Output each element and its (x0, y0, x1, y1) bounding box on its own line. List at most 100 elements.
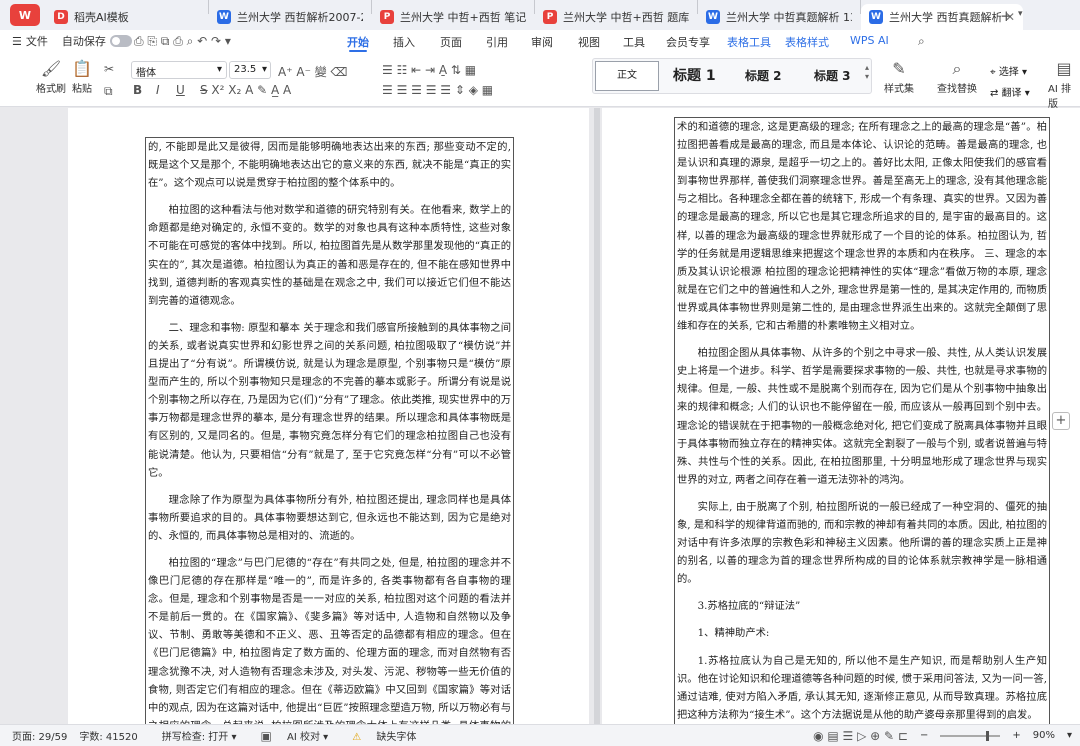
tab-1[interactable]: 插入 (393, 34, 415, 50)
style-gallery: 正文 标题 1 标题 2 标题 3 ▴ ▾ (592, 58, 872, 94)
docer-icon: D (54, 10, 68, 24)
spell-check[interactable]: 拼写检查: 打开 ▾ (150, 728, 237, 743)
copy-icon[interactable]: ⧉ (104, 84, 113, 99)
status-bar: 页面: 29/59 字数: 41520 拼写检查: 打开 ▾ ▣ AI 校对 ▾… (0, 724, 1080, 746)
ai-layout-button[interactable]: ▤ AI 排版 (1048, 58, 1080, 110)
paragraph: 术的和道德的理念, 这是更高级的理念; 在所有理念之上的最高的理念是“善”。柏拉… (677, 121, 1047, 333)
zoom-out-icon[interactable]: − (920, 730, 928, 741)
document-tab[interactable]: P 兰州大学 中哲+西哲 题库附解析 (535, 4, 697, 30)
paragraph: 3.苏格拉底的“辩证法” (697, 600, 801, 613)
search-icon[interactable]: ⌕ (918, 34, 925, 49)
ai-layout-icon: ▤ (1056, 59, 1072, 78)
chevron-down-icon[interactable]: ▴ ▾ (865, 63, 869, 81)
paragraph: 二、理念和事物: 原型和摹本 关于理念和我们感官所接触到的具体事物之间的关系, … (148, 321, 511, 479)
align-tools-icon[interactable]: ☰ ☰ ☰ ☰ ☰ ⇕ ◈ ▦ (382, 83, 493, 97)
style-set-icon: ✎ (892, 59, 906, 78)
paragraph: 1.苏格拉底认为自己是无知的, 所以他不是生产知识, 而是帮助别人生产知识。他在… (677, 654, 1047, 721)
paragraph: 1、精神助产术: (697, 627, 770, 640)
page-count[interactable]: 页面: 29/59 (12, 728, 67, 743)
tab-0[interactable]: 开始 (347, 34, 369, 52)
right-page-text[interactable]: 术的和道德的理念, 这是更高级的理念; 在所有理念之上的最高的理念是“善”。柏拉… (677, 118, 1047, 724)
italic-icon[interactable]: I (156, 83, 160, 97)
translate-button[interactable]: ⇄ 翻译 ▾ (990, 84, 1030, 99)
tab-label: 兰州大学 中哲+西哲 题库附解析 (563, 11, 689, 24)
document-tab[interactable]: P 兰州大学 中哲+西哲 笔记.pdf (372, 4, 534, 30)
paragraph: 柏拉图的这种看法与他对数学和道德的研究特别有关。在他看来, 数学上的命题都是绝对… (148, 204, 511, 307)
clipboard-icon: 📋 (72, 59, 92, 78)
document-tabs: D 稻壳AI模板 W 兰州大学 西哲解析2007-2015.doc P 兰州大学 中哲+西… (46, 0, 1023, 30)
paste-button[interactable]: 📋 粘贴 (72, 58, 92, 95)
underline-icon[interactable]: U (176, 83, 185, 97)
style-heading-1[interactable]: 标题 1 (673, 65, 716, 85)
left-page: 的, 不能即是此又是彼得, 因而是能够明确地表达出来的东西; 那些变动不定的, … (68, 108, 589, 724)
font-size-select[interactable]: 23.5 ▾ (229, 61, 271, 79)
cut-icon[interactable]: ✂ (104, 62, 114, 76)
autosave-label: 自动保存 (61, 35, 106, 48)
select-button[interactable]: ⌖ 选择 ▾ (990, 63, 1027, 78)
tab-label: 稻壳AI模板 (74, 11, 129, 24)
tab-6[interactable]: 工具 (623, 34, 645, 50)
ai-check[interactable]: ▣ AI 校对 ▾ (249, 728, 329, 743)
zoom-level[interactable]: 90% (1033, 730, 1055, 741)
word-count[interactable]: 字数: 41520 (79, 728, 137, 743)
document-tab[interactable]: W兰州大学 西哲真题解析 20✕ (861, 4, 1023, 30)
bold-icon[interactable]: B (133, 83, 142, 97)
scrollbar[interactable] (594, 108, 600, 724)
tab-4[interactable]: 审阅 (531, 34, 553, 50)
style-heading-3[interactable]: 标题 3 (814, 67, 851, 84)
pdf-icon: P (380, 10, 394, 24)
left-page-text[interactable]: 的, 不能即是此又是彼得, 因而是能够明确地表达出来的东西; 那些变动不定的, … (148, 138, 511, 724)
document-tab[interactable]: D 稻壳AI模板 (46, 4, 208, 30)
style-normal[interactable]: 正文 (595, 61, 659, 91)
ribbon-toolbar: 🖌 格式刷 📋 粘贴 ✂ ⧉ 楷体 ▾ 23.5 ▾ A⁺ A⁻ 變 ⌫ B I U S… (0, 52, 1080, 110)
style-heading-2[interactable]: 标题 2 (745, 67, 782, 84)
tab-label: 兰州大学 西哲真题解析 20 (889, 11, 1001, 24)
paragraph: 的, 不能即是此又是彼得, 因而是能够明确地表达出来的东西; 那些变动不定的, … (148, 141, 511, 190)
hamburger-icon[interactable]: ☰ (12, 35, 22, 48)
file-menu[interactable]: 文件 (26, 33, 48, 49)
pdf-icon: P (543, 10, 557, 24)
add-icon[interactable]: + (1052, 412, 1070, 430)
tab-bar: W D 稻壳AI模板 W 兰州大学 西哲解析2007-2015.doc P 兰州大学 中哲… (0, 0, 1080, 30)
paragraph: 实际上, 由于脱离了个别, 柏拉图所说的一般已经成了一种空洞的、僵死的抽象, 是… (677, 500, 1047, 586)
missing-font[interactable]: ⚠ 缺失字体 (340, 728, 416, 743)
tab-label: 兰州大学 中哲真题解析 13-21.doc (726, 11, 852, 24)
text-effects-icon[interactable]: S̶ X² X₂ A ✎ A̲ A (200, 83, 291, 97)
find-replace-button[interactable]: ⌕ 查找替换 (937, 58, 977, 95)
new-tab-icon[interactable]: + (1000, 7, 1013, 25)
tab-10[interactable]: WPS AI (850, 34, 889, 47)
zoom-slider[interactable] (940, 730, 1001, 741)
word-icon: W (869, 10, 883, 24)
tab-label: 兰州大学 西哲解析2007-2015.doc (237, 11, 363, 24)
font-name-select[interactable]: 楷体 ▾ (131, 61, 227, 79)
document-area[interactable]: 的, 不能即是此又是彼得, 因而是能够明确地表达出来的东西; 那些变动不定的, … (0, 108, 1080, 724)
word-icon: W (217, 10, 231, 24)
tab-2[interactable]: 页面 (440, 34, 462, 50)
search-icon: ⌕ (952, 59, 962, 78)
tab-label: 兰州大学 中哲+西哲 笔记.pdf (400, 11, 526, 24)
chevron-down-icon: ▾ (216, 64, 222, 75)
tab-5[interactable]: 视图 (578, 34, 600, 50)
paragraph: 柏拉图企图从具体事物、从许多的个别之中寻求一般、共性, 从人类认识发展史上将是一… (677, 347, 1047, 486)
font-size-controls-icon[interactable]: A⁺ A⁻ 變 ⌫ (278, 63, 348, 80)
document-tab[interactable]: W 兰州大学 西哲解析2007-2015.doc (209, 4, 371, 30)
paragraph-tools-icon[interactable]: ☰ ☷ ⇤ ⇥ A̱ ⇅ ▦ (382, 63, 476, 77)
tab-3[interactable]: 引用 (486, 34, 508, 50)
paragraph: 理念除了作为原型为具体事物所分有外, 柏拉图还提出, 理念同样也是具体事物所要追… (148, 493, 511, 542)
view-mode-icons[interactable]: ◉ ▤ ☰ ▷ ⊕ ✎ ⊏ (813, 729, 908, 743)
chevron-down-icon[interactable]: ▾ (1018, 9, 1023, 19)
document-tab[interactable]: W 兰州大学 中哲真题解析 13-21.doc (698, 4, 860, 30)
paragraph: 柏拉图的“理念”与巴门尼德的“存在”有共同之处, 但是, 柏拉图的理念并不像巴门… (148, 556, 511, 724)
ai-check-icon: ▣ (260, 729, 272, 743)
word-icon: W (706, 10, 720, 24)
wps-logo-icon[interactable]: W (10, 4, 40, 26)
zoom-in-icon[interactable]: + (1012, 730, 1020, 741)
quick-access-icons[interactable]: ⎙ ⎘ ⧉ ⎙ ⌕ ↶ ↷ ▾ (134, 34, 231, 49)
chevron-down-icon[interactable]: ▾ (1067, 730, 1072, 741)
autosave-toggle[interactable] (109, 35, 132, 47)
tab-7[interactable]: 会员专享 (666, 34, 710, 50)
format-painter-button[interactable]: 🖌 格式刷 (36, 58, 66, 95)
tab-9[interactable]: 表格样式 (785, 34, 829, 50)
tab-8[interactable]: 表格工具 (727, 34, 771, 50)
style-set-button[interactable]: ✎ 样式集 (884, 58, 914, 95)
